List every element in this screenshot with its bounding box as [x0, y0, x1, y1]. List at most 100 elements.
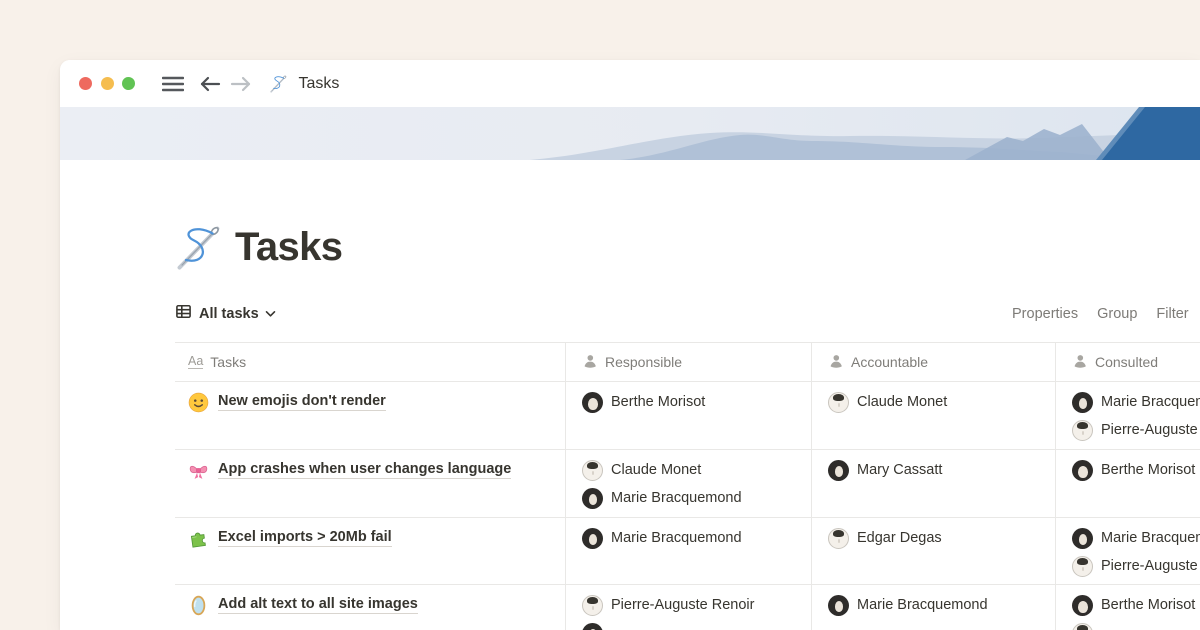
forward-arrow-icon[interactable] [230, 76, 251, 92]
person-chip[interactable]: Berthe Morisot [1072, 456, 1200, 484]
column-header-consulted[interactable]: Consulted [1055, 343, 1200, 381]
avatar [1072, 595, 1093, 616]
person-chip[interactable]: Claude Monet [828, 388, 1047, 416]
person-icon [1072, 353, 1088, 372]
consulted-cell[interactable]: Marie Bracquemond Pierre-Auguste Renoir [1055, 518, 1200, 584]
avatar [1072, 528, 1093, 549]
view-bar: All tasks Properties Group Filter [175, 298, 1200, 330]
column-header-accountable[interactable]: Accountable [811, 343, 1055, 381]
minimize-window-button[interactable] [101, 77, 114, 90]
group-button[interactable]: Group [1097, 306, 1137, 322]
avatar [1072, 420, 1093, 441]
person-name: Pierre-Auguste Renoir [1101, 558, 1200, 574]
hamburger-menu-icon[interactable] [162, 76, 184, 92]
responsible-cell[interactable]: Pierre-Auguste Renoir [565, 585, 811, 630]
avatar [1072, 623, 1093, 630]
person-chip[interactable]: Pierre-Auguste Renoir [1072, 552, 1200, 580]
column-header-responsible[interactable]: Responsible [565, 343, 811, 381]
accountable-cell[interactable]: Claude Monet [811, 382, 1055, 449]
avatar [582, 392, 603, 413]
consulted-cell[interactable]: Berthe Morisot [1055, 450, 1200, 517]
column-label: Tasks [210, 354, 246, 370]
table-row: Add alt text to all site images Pierre-A… [175, 585, 1200, 630]
task-cell[interactable]: Excel imports > 20Mb fail [175, 518, 565, 584]
responsible-cell[interactable]: Berthe Morisot [565, 382, 811, 449]
zoom-window-button[interactable] [122, 77, 135, 90]
person-name: Marie Bracquemond [1101, 530, 1200, 546]
avatar [828, 460, 849, 481]
column-header-tasks[interactable]: Aa Tasks [175, 343, 565, 381]
accountable-cell[interactable]: Marie Bracquemond [811, 585, 1055, 630]
person-chip[interactable]: Marie Bracquemond [582, 524, 803, 552]
person-chip[interactable]: Marie Bracquemond [1072, 388, 1200, 416]
column-label: Responsible [605, 354, 682, 370]
page-title[interactable]: Tasks [235, 225, 342, 270]
breadcrumb[interactable]: Tasks [299, 75, 340, 93]
task-cell[interactable]: Add alt text to all site images [175, 585, 565, 630]
person-name: Claude Monet [611, 462, 701, 478]
view-switcher-all-tasks[interactable]: All tasks [175, 303, 276, 325]
avatar [582, 623, 603, 630]
person-chip[interactable]: Mary Cassatt [828, 456, 1047, 484]
avatar [582, 528, 603, 549]
person-name: Marie Bracquemond [1101, 394, 1200, 410]
person-chip[interactable] [582, 619, 803, 630]
person-icon [828, 353, 844, 372]
person-chip[interactable]: Marie Bracquemond [582, 484, 803, 512]
responsible-cell[interactable]: Marie Bracquemond [565, 518, 811, 584]
accountable-cell[interactable]: Mary Cassatt [811, 450, 1055, 517]
avatar [828, 595, 849, 616]
task-title-link[interactable]: New emojis don't render [218, 393, 386, 411]
avatar [582, 460, 603, 481]
mountain-cover-graphic [60, 107, 1200, 160]
person-name: Marie Bracquemond [857, 597, 988, 613]
consulted-cell[interactable]: Marie Bracquemond Pierre-Auguste Renoir [1055, 382, 1200, 449]
person-name: Marie Bracquemond [611, 490, 742, 506]
person-chip[interactable]: Marie Bracquemond [828, 591, 1047, 619]
person-chip[interactable]: Marie Bracquemond [1072, 524, 1200, 552]
page-header: Tasks [173, 220, 1200, 274]
ribbon-bow-emoji [188, 460, 209, 481]
task-cell[interactable]: New emojis don't render [175, 382, 565, 449]
needle-and-thread-emoji[interactable] [173, 221, 225, 273]
table-row: New emojis don't render Berthe Morisot C… [175, 382, 1200, 450]
person-chip[interactable]: Berthe Morisot [582, 388, 803, 416]
consulted-cell[interactable]: Berthe Morisot [1055, 585, 1200, 630]
person-chip[interactable] [1072, 619, 1200, 630]
person-name: Marie Bracquemond [611, 530, 742, 546]
smiley-face-emoji [188, 392, 209, 413]
person-name: Pierre-Auguste Renoir [1101, 422, 1200, 438]
person-name: Berthe Morisot [611, 394, 705, 410]
avatar [1072, 556, 1093, 577]
person-chip[interactable]: Pierre-Auguste Renoir [582, 591, 803, 619]
view-actions: Properties Group Filter [1012, 298, 1189, 330]
responsible-cell[interactable]: Claude Monet Marie Bracquemond [565, 450, 811, 517]
avatar [828, 528, 849, 549]
table-row: App crashes when user changes language C… [175, 450, 1200, 518]
back-arrow-icon[interactable] [200, 76, 221, 92]
person-name: Berthe Morisot [1101, 462, 1195, 478]
chevron-down-icon [265, 305, 276, 323]
task-title-link[interactable]: Excel imports > 20Mb fail [218, 529, 392, 547]
person-name: Berthe Morisot [1101, 597, 1195, 613]
filter-button[interactable]: Filter [1156, 306, 1188, 322]
person-chip[interactable]: Pierre-Auguste Renoir [1072, 416, 1200, 444]
close-window-button[interactable] [79, 77, 92, 90]
avatar [828, 392, 849, 413]
table-row: Excel imports > 20Mb fail Marie Bracquem… [175, 518, 1200, 585]
task-cell[interactable]: App crashes when user changes language [175, 450, 565, 517]
person-chip[interactable]: Edgar Degas [828, 524, 1047, 552]
person-name: Mary Cassatt [857, 462, 942, 478]
table-view-icon [175, 303, 192, 325]
task-title-link[interactable]: Add alt text to all site images [218, 596, 418, 614]
avatar [1072, 460, 1093, 481]
person-chip[interactable]: Claude Monet [582, 456, 803, 484]
screenshot-root: { "frame": { "background_color": "#f8f1e… [0, 0, 1200, 630]
text-type-icon: Aa [188, 355, 203, 370]
mirror-emoji [188, 595, 209, 616]
properties-button[interactable]: Properties [1012, 306, 1078, 322]
person-chip[interactable]: Berthe Morisot [1072, 591, 1200, 619]
task-title-link[interactable]: App crashes when user changes language [218, 461, 511, 479]
accountable-cell[interactable]: Edgar Degas [811, 518, 1055, 584]
person-name: Claude Monet [857, 394, 947, 410]
